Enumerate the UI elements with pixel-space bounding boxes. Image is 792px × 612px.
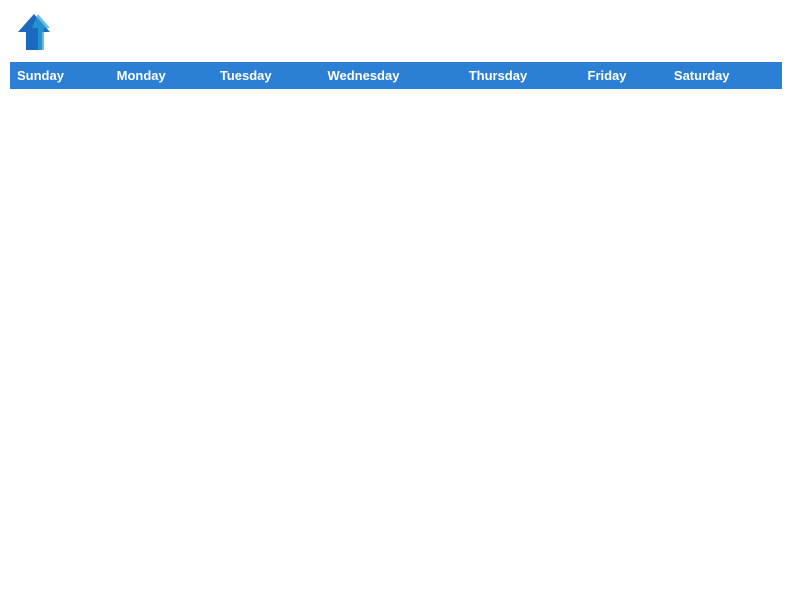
- day-of-week-header: Friday: [581, 63, 667, 89]
- day-of-week-header: Saturday: [667, 63, 781, 89]
- day-of-week-header: Tuesday: [213, 63, 321, 89]
- logo: [18, 14, 52, 50]
- day-of-week-header: Monday: [110, 63, 213, 89]
- day-of-week-header: Wednesday: [321, 63, 462, 89]
- day-of-week-header: Thursday: [462, 63, 581, 89]
- page-header: [10, 10, 782, 54]
- calendar-header-row: SundayMondayTuesdayWednesdayThursdayFrid…: [11, 63, 782, 89]
- logo-icon: [18, 14, 50, 50]
- calendar-table: SundayMondayTuesdayWednesdayThursdayFrid…: [10, 62, 782, 89]
- day-of-week-header: Sunday: [11, 63, 111, 89]
